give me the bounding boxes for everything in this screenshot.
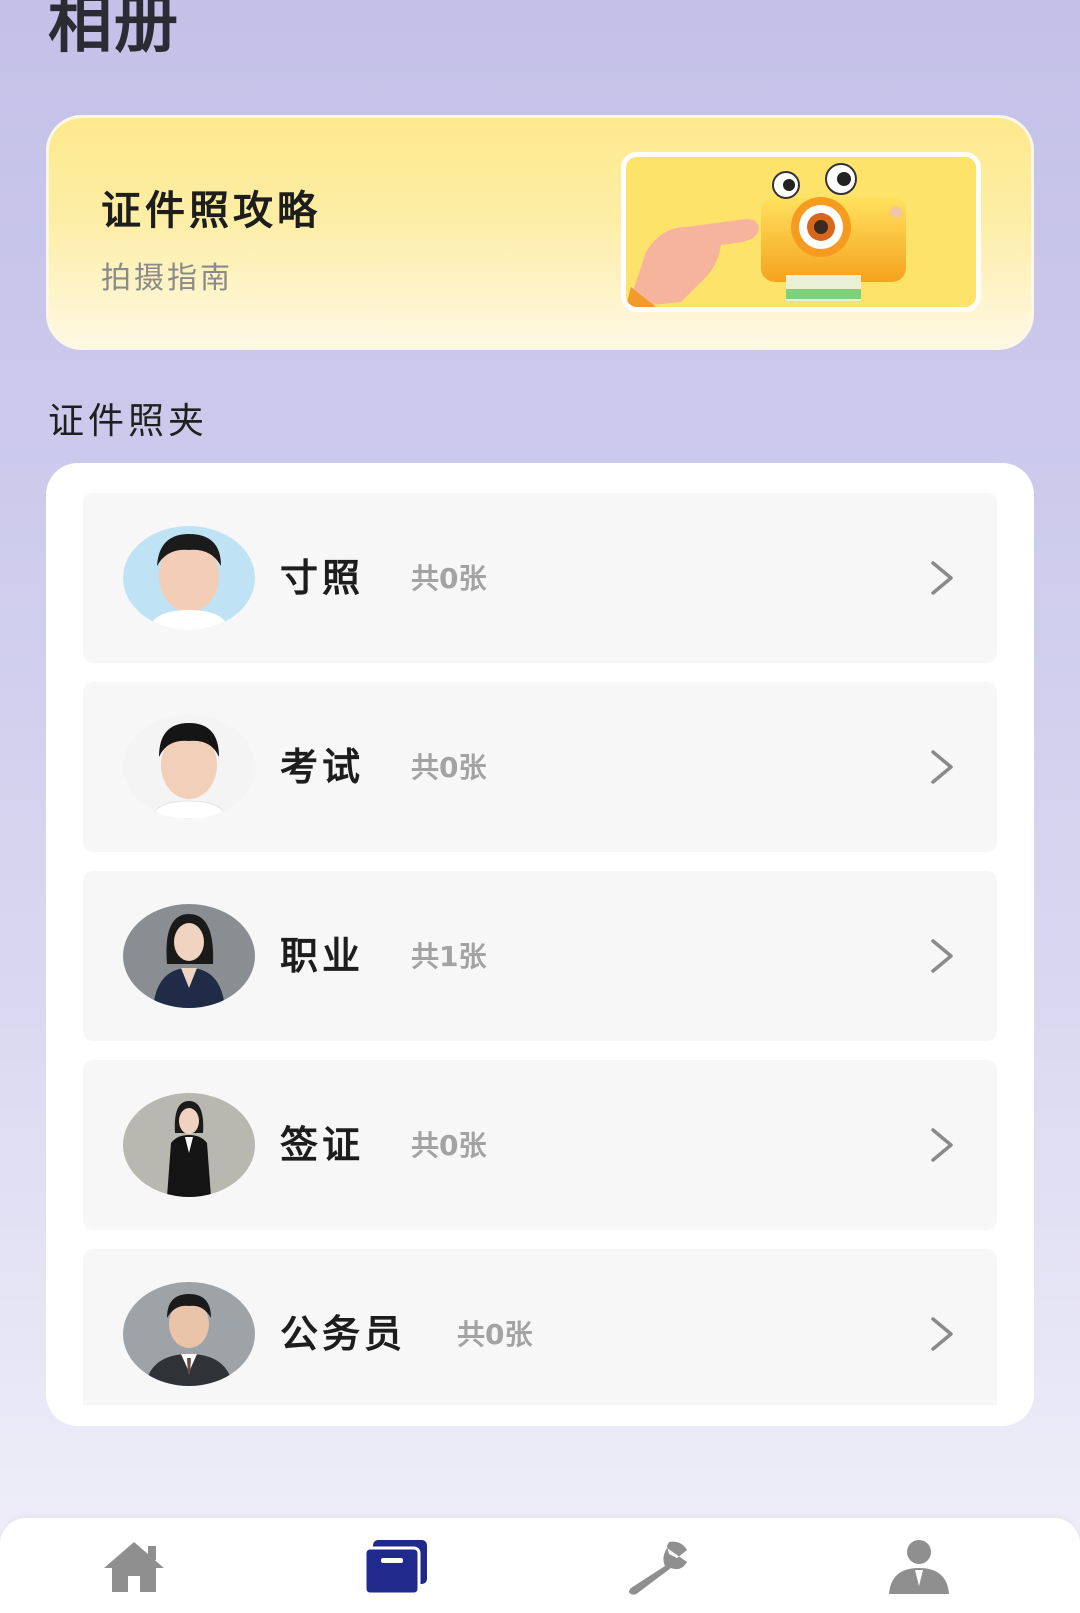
home-icon [104, 1542, 164, 1592]
folder-name: 签证 [280, 1123, 365, 1167]
album-icon [363, 1540, 427, 1596]
folder-count: 共1张 [411, 940, 487, 973]
chevron-right-icon [931, 1317, 953, 1351]
chevron-right-icon [931, 750, 953, 784]
wrench-icon [629, 1541, 687, 1595]
tab-home[interactable] [99, 1538, 169, 1598]
guide-title: 证件照攻略 [101, 188, 321, 234]
page-title: 相册 [48, 0, 180, 62]
folder-name: 寸照 [280, 556, 365, 600]
folder-count: 共0张 [411, 1129, 487, 1162]
folder-name: 考试 [280, 745, 365, 789]
avatar [123, 1093, 255, 1197]
guide-card[interactable]: 证件照攻略 拍摄指南 [46, 115, 1034, 350]
folder-name: 公务员 [280, 1312, 407, 1356]
avatar [123, 526, 255, 630]
avatar [123, 904, 255, 1008]
camera-illustration [621, 152, 981, 312]
chevron-right-icon [931, 939, 953, 973]
folder-name: 职业 [280, 934, 365, 978]
tab-tools[interactable] [622, 1538, 692, 1598]
chevron-right-icon [931, 1128, 953, 1162]
section-title: 证件照夹 [48, 401, 209, 442]
folder-list-panel: 寸照 共0张 考试 共0张 职业 共1张 签证 共0张 公务员 共0张 [46, 463, 1034, 1426]
folder-row-cunzhao[interactable]: 寸照 共0张 [83, 493, 997, 663]
tab-profile[interactable] [884, 1538, 954, 1598]
tab-album[interactable] [360, 1538, 430, 1598]
folder-row-kaoshi[interactable]: 考试 共0张 [83, 682, 997, 852]
folder-count: 共0张 [411, 751, 487, 784]
avatar [123, 1282, 255, 1386]
bottom-tab-bar [0, 1518, 1080, 1613]
chevron-right-icon [931, 561, 953, 595]
guide-subtitle: 拍摄指南 [101, 261, 233, 296]
folder-count: 共0张 [411, 562, 487, 595]
avatar [123, 715, 255, 819]
folder-row-qianzheng[interactable]: 签证 共0张 [83, 1060, 997, 1230]
folder-list: 寸照 共0张 考试 共0张 职业 共1张 签证 共0张 公务员 共0张 [83, 493, 997, 1405]
folder-count: 共0张 [457, 1318, 533, 1351]
folder-row-gongwuyuan[interactable]: 公务员 共0张 [83, 1249, 997, 1405]
person-icon [889, 1540, 949, 1594]
folder-row-zhiye[interactable]: 职业 共1张 [83, 871, 997, 1041]
